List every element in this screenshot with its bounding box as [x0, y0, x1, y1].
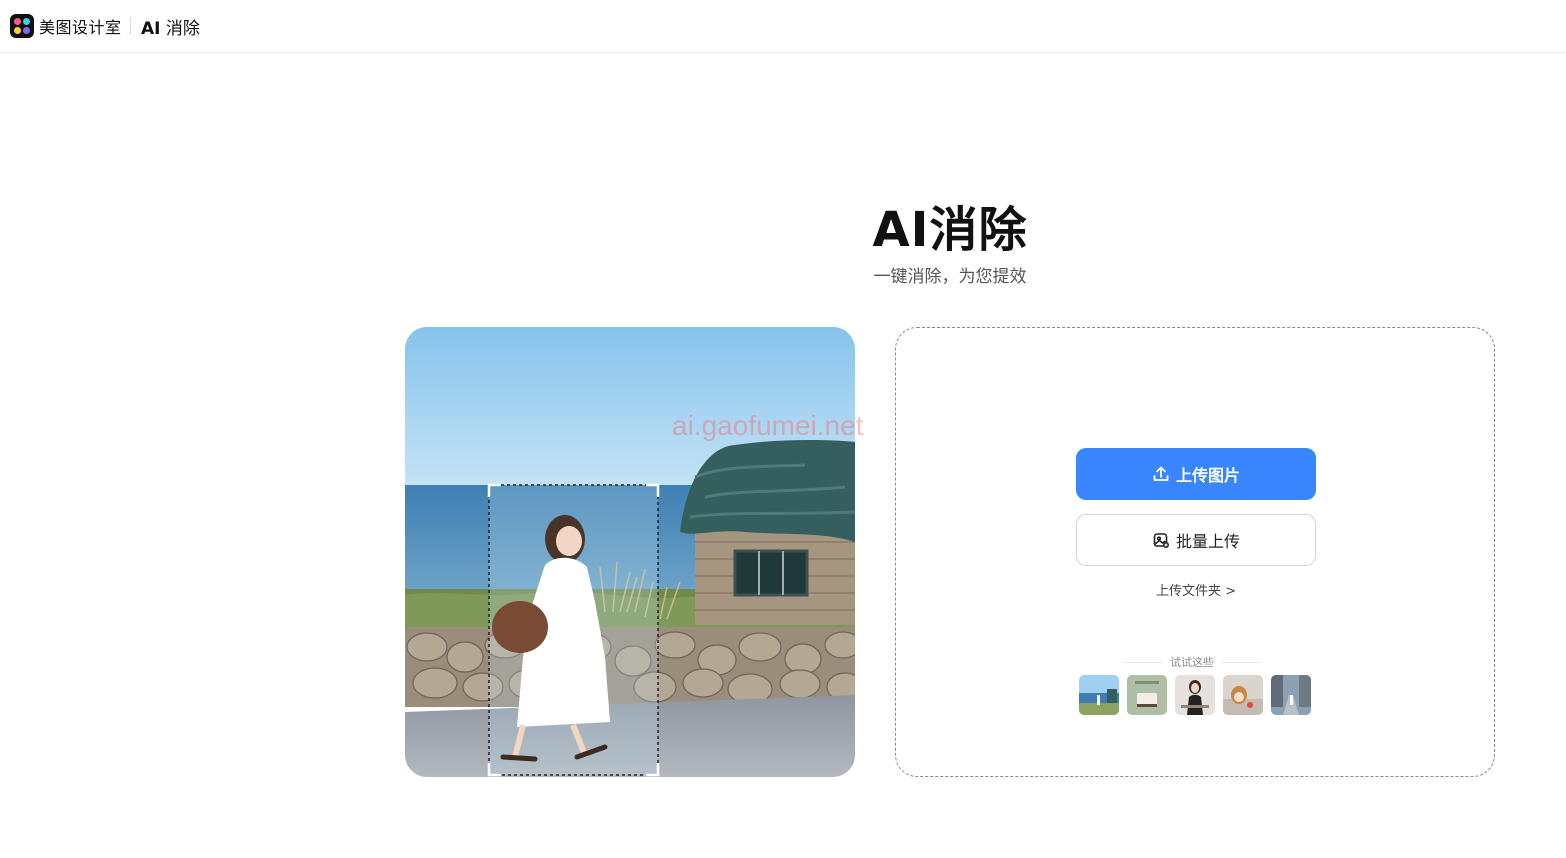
upload-dropzone[interactable]: 上传图片 批量上传 上传文件夹 > 试试这些 — [895, 327, 1495, 777]
try-divider-left — [1124, 661, 1162, 663]
upload-image-button[interactable]: 上传图片 — [1076, 448, 1316, 500]
top-bar: 美图设计室 AI 消除 — [0, 0, 1566, 53]
product-name: AI 消除 — [141, 14, 200, 39]
sample-image-pet[interactable] — [1223, 675, 1263, 715]
upload-image-label: 上传图片 — [1175, 466, 1240, 485]
brand-name: 美图设计室 — [39, 18, 122, 37]
meitu-logo-icon — [10, 14, 34, 38]
image-stack-icon — [1153, 533, 1169, 548]
sample-image-seaside[interactable] — [1079, 675, 1119, 715]
product-prefix: AI — [141, 19, 161, 39]
batch-upload-label: 批量上传 — [1175, 532, 1240, 551]
try-these-label: 试试这些 — [1170, 656, 1214, 669]
page-subtitle: 一键消除，为您提效 — [873, 267, 1027, 287]
watermark-text: ai.gaofumei.net — [672, 410, 864, 441]
brand-logo[interactable]: 美图设计室 — [10, 14, 122, 38]
try-divider-right — [1222, 661, 1260, 663]
product-suffix: 消除 — [165, 19, 200, 39]
sample-image-street[interactable] — [1271, 675, 1311, 715]
batch-upload-button[interactable]: 批量上传 — [1076, 514, 1316, 566]
sample-image-portrait[interactable] — [1175, 675, 1215, 715]
sample-image-product[interactable] — [1127, 675, 1167, 715]
demo-image — [405, 327, 855, 777]
page-title: AI消除 — [872, 202, 1028, 258]
upload-arrow-icon — [1153, 466, 1169, 481]
header-divider — [130, 17, 131, 35]
sample-images — [1079, 675, 1311, 715]
try-these-row: 试试这些 — [1124, 654, 1260, 670]
upload-folder-link[interactable]: 上传文件夹 > — [1076, 580, 1316, 599]
